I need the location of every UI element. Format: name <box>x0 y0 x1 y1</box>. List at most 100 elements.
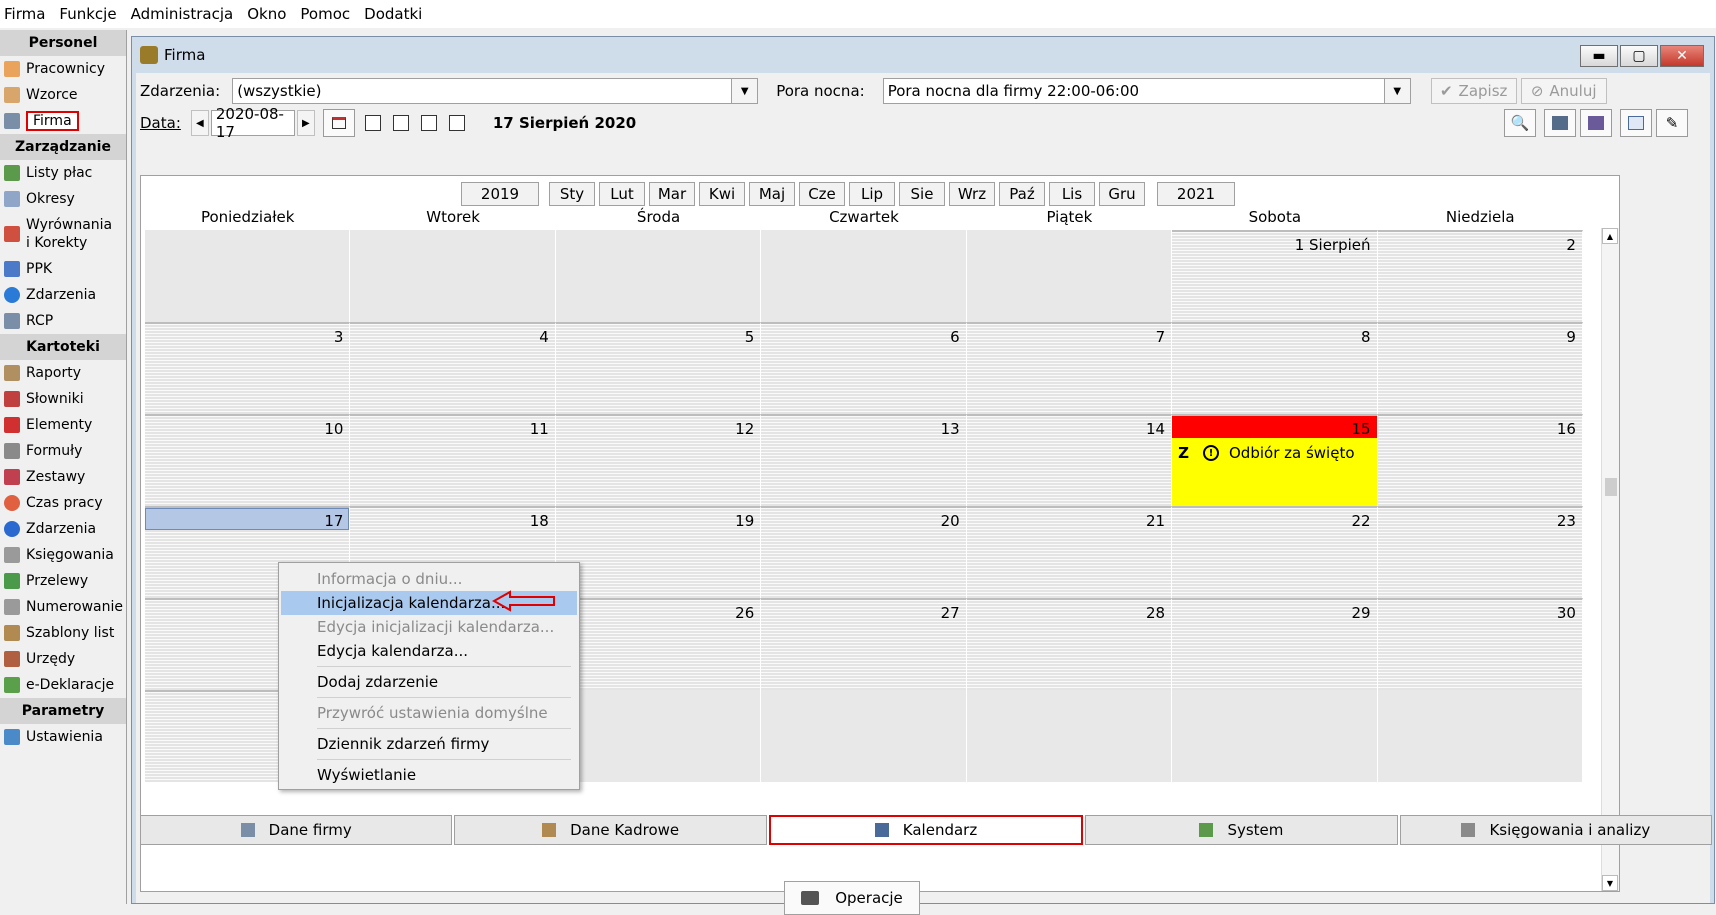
view-year-icon[interactable] <box>448 115 465 131</box>
day-cell[interactable]: 16 <box>1377 414 1583 506</box>
month-cze[interactable]: Cze <box>799 182 845 206</box>
day-cell[interactable]: 22 <box>1172 506 1378 598</box>
next-year-button[interactable]: 2021 <box>1157 182 1235 206</box>
day-cell[interactable]: 26 <box>555 598 762 690</box>
calendar-scrollbar[interactable]: ▲ ▼ <box>1601 228 1619 891</box>
sidebar-item-szablony-list[interactable]: Szablony list <box>0 620 126 646</box>
menu-item-edycja-kalendarza[interactable]: Edycja kalendarza... <box>281 639 577 663</box>
calendar-event[interactable]: Z ! Odbiór za święto <box>1178 444 1354 462</box>
menu-item-przywroc[interactable]: Przywróć ustawienia domyślne <box>281 701 577 725</box>
menu-item-informacja[interactable]: Informacja o dniu... <box>281 567 577 591</box>
view-week-icon[interactable] <box>392 115 409 131</box>
sidebar-item-ksiegowania[interactable]: Księgowania <box>0 542 126 568</box>
day-cell[interactable]: 4 <box>350 322 556 414</box>
day-cell[interactable]: 29 <box>1172 598 1378 690</box>
day-cell[interactable]: 6 <box>761 322 967 414</box>
search-button[interactable]: 🔍 <box>1504 109 1536 137</box>
day-cell[interactable]: 20 <box>761 506 967 598</box>
next-day-button[interactable]: ▶ <box>296 110 315 136</box>
maximize-button[interactable]: ▢ <box>1620 45 1658 67</box>
tab-ksiegowania-analizy[interactable]: Księgowania i analizy <box>1399 815 1713 845</box>
view-month-icon[interactable] <box>420 115 437 131</box>
month-lip[interactable]: Lip <box>849 182 895 206</box>
day-cell[interactable]: 5 <box>555 322 762 414</box>
month-gru[interactable]: Gru <box>1099 182 1145 206</box>
sidebar-item-urzedy[interactable]: Urzędy <box>0 646 126 672</box>
sidebar-item-raporty[interactable]: Raporty <box>0 360 126 386</box>
menu-okno[interactable]: Okno <box>247 5 286 23</box>
day-cell[interactable]: 3 <box>145 322 351 414</box>
day-cell[interactable]: 19 <box>555 506 762 598</box>
menu-item-dodaj-zdarzenie[interactable]: Dodaj zdarzenie <box>281 670 577 694</box>
month-mar[interactable]: Mar <box>649 182 695 206</box>
day-cell[interactable]: 12 <box>555 414 762 506</box>
sidebar-item-ppk[interactable]: PPK <box>0 256 126 282</box>
sidebar-item-listy-plac[interactable]: Listy płac <box>0 160 126 186</box>
calendar-picker-button[interactable] <box>322 109 355 137</box>
sidebar-item-e-deklaracje[interactable]: e-Deklaracje <box>0 672 126 698</box>
sidebar-item-okresy[interactable]: Okresy <box>0 186 126 212</box>
month-wrz[interactable]: Wrz <box>949 182 995 206</box>
day-cell[interactable]: 8 <box>1172 322 1378 414</box>
sidebar-item-pracownicy[interactable]: Pracownicy <box>0 56 126 82</box>
sidebar-item-ustawienia[interactable]: Ustawienia <box>0 724 126 750</box>
sidebar-item-firma[interactable]: Firma <box>0 108 126 134</box>
sidebar-item-numerowanie[interactable]: Numerowanie <box>0 594 126 620</box>
day-cell[interactable]: 13 <box>761 414 967 506</box>
menu-item-dziennik[interactable]: Dziennik zdarzeń firmy <box>281 732 577 756</box>
day-cell[interactable]: 14 <box>966 414 1173 506</box>
prev-day-button[interactable]: ◀ <box>190 110 209 136</box>
month-lis[interactable]: Lis <box>1049 182 1095 206</box>
menu-funkcje[interactable]: Funkcje <box>59 5 116 23</box>
sidebar-item-wyrownania[interactable]: Wyrównania i Korekty <box>0 212 126 256</box>
day-cell[interactable]: 21 <box>966 506 1173 598</box>
month-sty[interactable]: Sty <box>549 182 595 206</box>
month-maj[interactable]: Maj <box>749 182 795 206</box>
scroll-up-icon[interactable]: ▲ <box>1602 228 1618 244</box>
sidebar-item-rcp[interactable]: RCP <box>0 308 126 334</box>
sidebar-item-formuly[interactable]: Formuły <box>0 438 126 464</box>
day-cell[interactable]: 27 <box>761 598 967 690</box>
day-cell[interactable]: 9 <box>1377 322 1583 414</box>
tab-kalendarz[interactable]: Kalendarz <box>768 815 1084 845</box>
menu-firma[interactable]: Firma <box>4 5 45 23</box>
day-cell[interactable]: 2 <box>1377 230 1583 322</box>
day-cell[interactable]: 23 <box>1377 506 1583 598</box>
menu-pomoc[interactable]: Pomoc <box>300 5 350 23</box>
tab-system[interactable]: System <box>1085 815 1398 845</box>
scroll-thumb[interactable] <box>1605 478 1617 496</box>
menu-item-wyswietlanie[interactable]: Wyświetlanie <box>281 763 577 787</box>
menu-item-edycja-inicjalizacji[interactable]: Edycja inicjalizacji kalendarza... <box>281 615 577 639</box>
close-button[interactable]: ✕ <box>1660 45 1704 67</box>
calendar-view-button[interactable] <box>1620 109 1652 137</box>
zapisz-button[interactable]: ✔ Zapisz <box>1430 78 1517 104</box>
tab-dane-kadrowe[interactable]: Dane Kadrowe <box>454 815 767 845</box>
minimize-button[interactable]: ▬ <box>1580 45 1618 67</box>
view-day-icon[interactable] <box>364 115 381 131</box>
sidebar-item-zdarzenia-kartoteki[interactable]: Zdarzenia <box>0 516 126 542</box>
month-sie[interactable]: Sie <box>899 182 945 206</box>
month-lut[interactable]: Lut <box>599 182 645 206</box>
prev-year-button[interactable]: 2019 <box>461 182 539 206</box>
chevron-down-icon[interactable]: ▼ <box>731 79 758 103</box>
anuluj-button[interactable]: ⊘ Anuluj <box>1520 78 1607 104</box>
sidebar-item-wzorce[interactable]: Wzorce <box>0 82 126 108</box>
day-cell[interactable]: 30 <box>1377 598 1583 690</box>
sidebar-item-przelewy[interactable]: Przelewy <box>0 568 126 594</box>
day-cell[interactable]: 7 <box>966 322 1173 414</box>
zdarzenia-combo[interactable]: (wszystkie) ▼ <box>232 78 759 104</box>
edit-button[interactable]: ✎ <box>1656 109 1688 137</box>
print-button[interactable] <box>1544 109 1576 137</box>
operacje-button[interactable]: Operacje <box>784 881 920 915</box>
sidebar-item-elementy[interactable]: Elementy <box>0 412 126 438</box>
day-cell[interactable]: 11 <box>350 414 556 506</box>
chevron-down-icon[interactable]: ▼ <box>1383 79 1410 103</box>
sidebar-item-slowniki[interactable]: Słowniki <box>0 386 126 412</box>
export-button[interactable] <box>1580 109 1612 137</box>
menu-administracja[interactable]: Administracja <box>131 5 234 23</box>
month-paz[interactable]: Paź <box>999 182 1045 206</box>
sidebar-item-czas-pracy[interactable]: Czas pracy <box>0 490 126 516</box>
month-kwi[interactable]: Kwi <box>699 182 745 206</box>
pora-nocna-combo[interactable]: Pora nocna dla firmy 22:00-06:00 ▼ <box>882 78 1411 104</box>
day-cell-holiday[interactable]: 15 Z ! Odbiór za święto <box>1172 414 1378 506</box>
